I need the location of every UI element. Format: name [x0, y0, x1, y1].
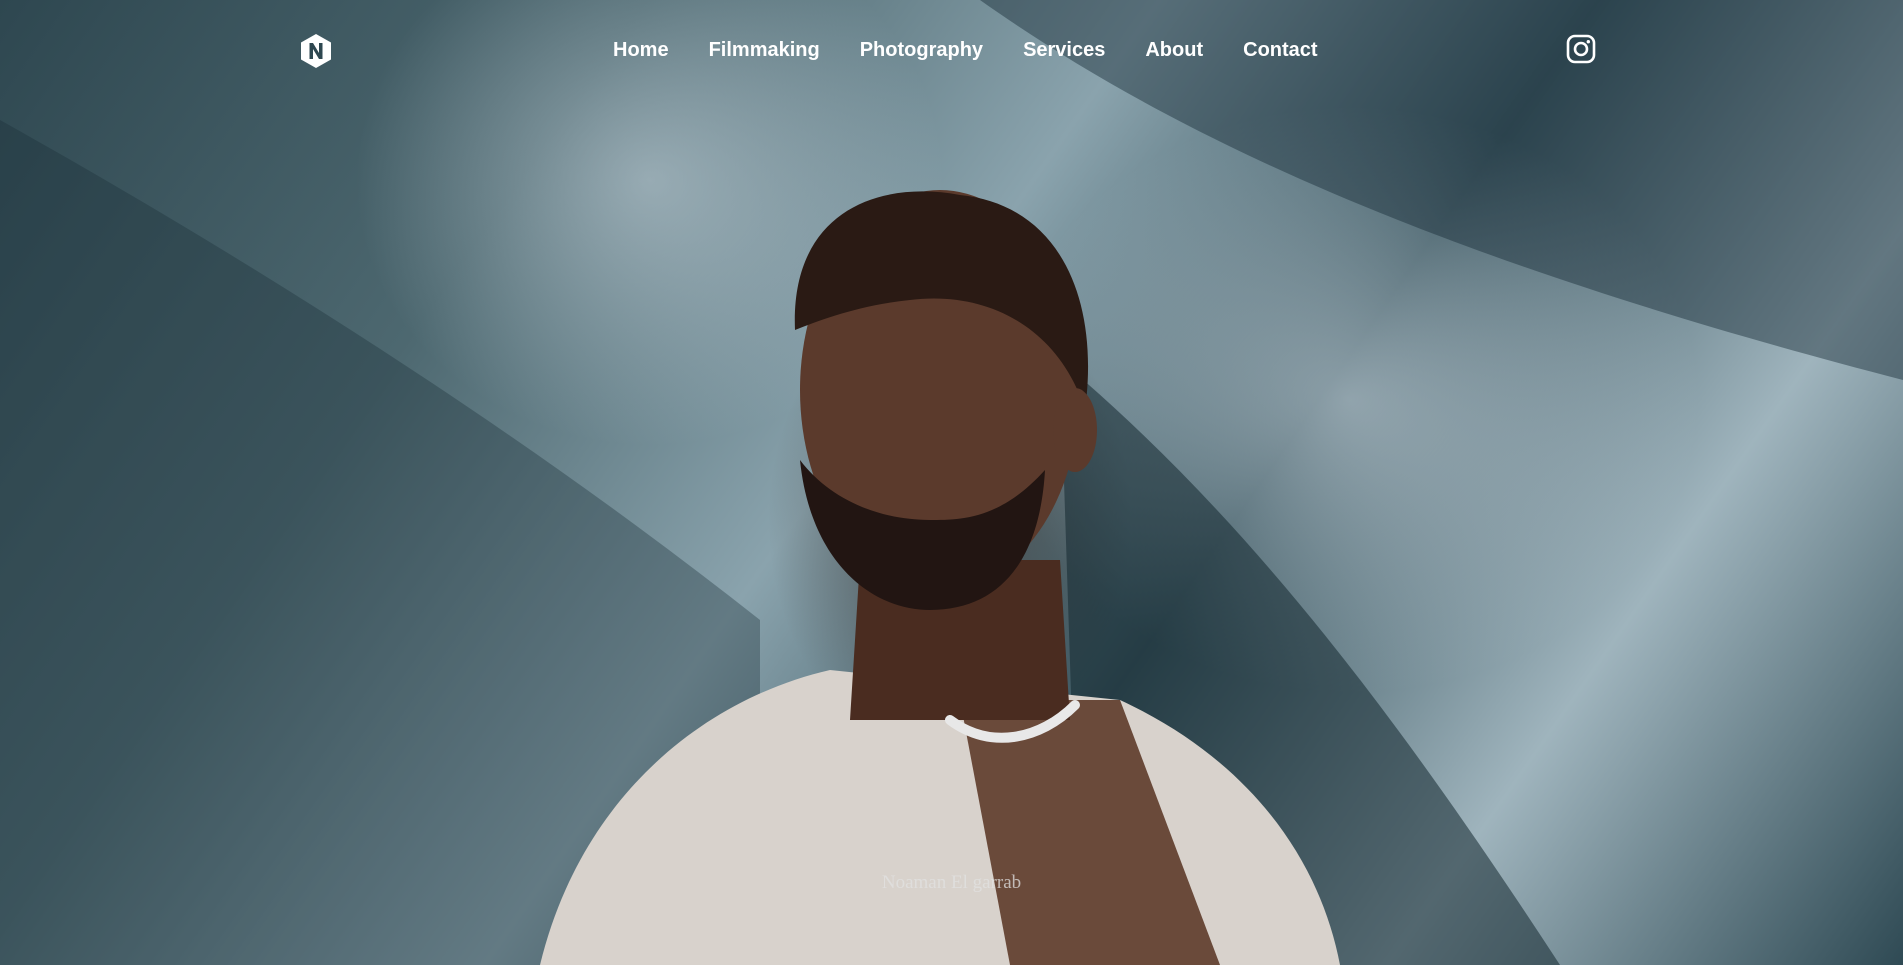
nav-link-contact[interactable]: Contact — [1243, 39, 1317, 61]
hero-portrait-photo — [0, 0, 1903, 965]
nav-link-photography[interactable]: Photography — [860, 39, 983, 61]
nav-link-services[interactable]: Services — [1023, 39, 1105, 61]
nav-link-about[interactable]: About — [1145, 39, 1203, 61]
instagram-icon[interactable] — [1566, 34, 1596, 64]
nav-menu: Home Filmmaking Photography Services Abo… — [613, 38, 1318, 62]
top-navigation: Home Filmmaking Photography Services Abo… — [0, 0, 1903, 100]
nav-link-home[interactable]: Home — [613, 39, 669, 61]
nav-link-filmmaking[interactable]: Filmmaking — [709, 39, 820, 61]
hero-caption: Noaman El garrab — [881, 872, 1022, 893]
hero-section — [0, 0, 1903, 965]
hexagon-n-logo-icon[interactable] — [300, 33, 332, 69]
